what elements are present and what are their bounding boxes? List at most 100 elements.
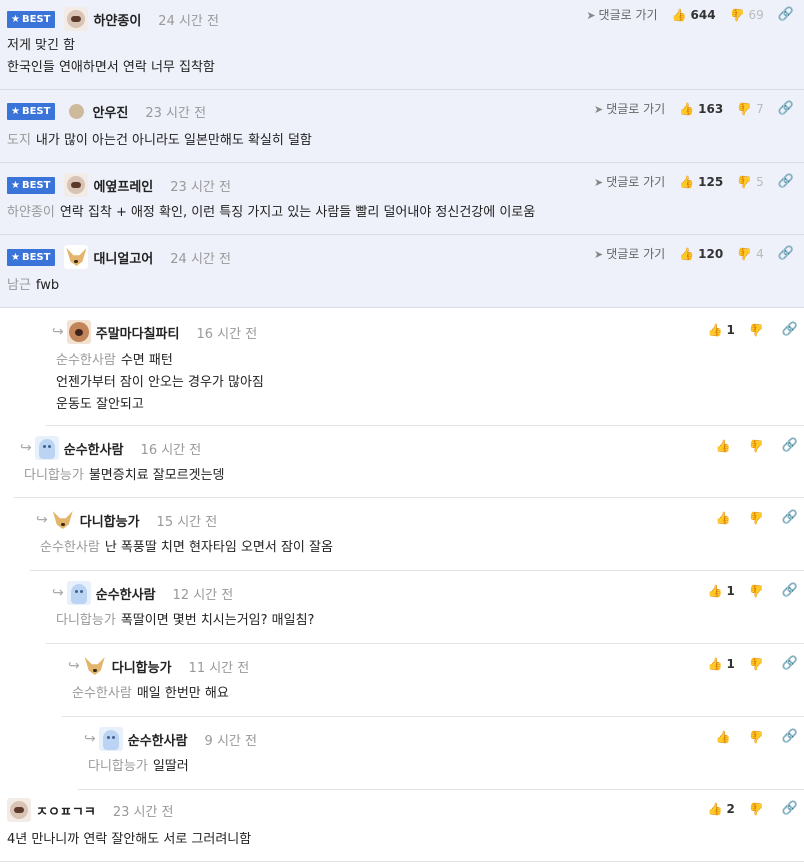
downvote-button[interactable]: 👍 7 bbox=[737, 102, 764, 116]
link-icon[interactable]: 🔗 bbox=[778, 246, 794, 261]
link-icon[interactable]: 🔗 bbox=[782, 510, 798, 525]
link-icon[interactable]: 🔗 bbox=[782, 801, 798, 816]
thumbs-down-icon: 👍 bbox=[748, 729, 764, 744]
timestamp: 24 시간 전 bbox=[170, 251, 231, 267]
goto-reply-link[interactable]: ➤ 댓글로 가기 bbox=[594, 100, 665, 117]
downvote-button[interactable]: 👍 bbox=[749, 802, 768, 816]
mention[interactable]: 다니합능가 bbox=[56, 613, 116, 628]
mention[interactable]: 순수한사람 bbox=[40, 540, 100, 555]
nickname[interactable]: 주말마다칠파티 bbox=[96, 323, 180, 342]
comment-item: ㅈㅇㅍㄱㅋ 23 시간 전 👍 2 👍 🔗 4년 만나니까 연락 잘안해도 서로 … bbox=[0, 790, 804, 862]
comment-item: ★ BEST 대니얼고어 24 시간 전 ➤ 댓글로 가기 👍 120 👍 4 🔗 남근… bbox=[0, 235, 804, 308]
nickname[interactable]: 안우진 bbox=[92, 102, 128, 121]
avatar[interactable] bbox=[64, 173, 89, 197]
comment-body: 다니합능가 일딸러 bbox=[88, 759, 189, 774]
avatar[interactable] bbox=[34, 436, 59, 460]
best-badge: ★ BEST bbox=[7, 10, 56, 28]
upvote-button[interactable]: 👍 bbox=[716, 730, 735, 744]
upvote-button[interactable]: 👍 125 bbox=[679, 175, 723, 189]
avatar[interactable] bbox=[82, 654, 107, 678]
avatar[interactable] bbox=[50, 508, 75, 532]
downvote-button[interactable]: 👍 5 bbox=[737, 175, 764, 189]
reply-arrow-icon: ↪ bbox=[84, 731, 96, 747]
link-icon[interactable]: 🔗 bbox=[782, 729, 798, 744]
upvote-button[interactable]: 👍 1 bbox=[708, 323, 735, 337]
star-icon: ★ bbox=[11, 179, 20, 191]
downvote-button[interactable]: 👍 bbox=[749, 439, 768, 453]
nickname[interactable]: 순수한사람 bbox=[96, 584, 156, 603]
downvote-button[interactable]: 👍 bbox=[749, 584, 768, 598]
downvote-button[interactable]: 👍 bbox=[749, 323, 768, 337]
timestamp: 9 시간 전 bbox=[204, 733, 257, 749]
nickname[interactable]: 대니얼고어 bbox=[93, 248, 153, 267]
downvote-button[interactable]: 👍 4 bbox=[737, 247, 764, 261]
mention[interactable]: 하얀종이 bbox=[7, 205, 55, 220]
mention[interactable]: 도지 bbox=[7, 133, 31, 148]
link-icon[interactable]: 🔗 bbox=[778, 174, 794, 189]
send-arrow-icon: ➤ bbox=[593, 176, 604, 189]
downvote-button[interactable]: 👍 69 bbox=[730, 8, 764, 22]
nickname[interactable]: 순수한사람 bbox=[64, 439, 124, 458]
comment-body: 남근 fwb bbox=[7, 278, 60, 293]
downvote-button[interactable]: 👍 bbox=[749, 657, 768, 671]
reply-arrow-icon: ↪ bbox=[68, 658, 80, 674]
thumbs-down-icon: 👍 bbox=[748, 656, 764, 671]
upvote-button[interactable]: 👍 1 bbox=[708, 584, 735, 598]
upvote-button[interactable]: 👍 bbox=[716, 511, 735, 525]
downvote-button[interactable]: 👍 bbox=[749, 730, 768, 744]
nickname[interactable]: ㅈㅇㅍㄱㅋ bbox=[36, 801, 96, 820]
link-icon[interactable]: 🔗 bbox=[778, 101, 794, 116]
upvote-button[interactable]: 👍 120 bbox=[679, 247, 723, 261]
avatar[interactable] bbox=[7, 798, 31, 822]
reply-item: ↪ 순수한사람 16 시간 전 👍 👍 🔗 다니합능가 불면증치료 잘모르겟는뎅 bbox=[14, 426, 804, 498]
downvote-button[interactable]: 👍 bbox=[749, 511, 768, 525]
send-arrow-icon: ➤ bbox=[586, 9, 596, 22]
goto-reply-link[interactable]: ➤ 댓글로 가기 bbox=[594, 245, 665, 262]
avatar[interactable] bbox=[64, 7, 89, 31]
nickname[interactable]: 다니합능가 bbox=[112, 657, 172, 676]
thumbs-up-icon: 👍 bbox=[715, 510, 731, 525]
goto-reply-link[interactable]: ➤ 댓글로 가기 bbox=[586, 6, 657, 23]
thumbs-down-icon: 👍 bbox=[748, 801, 764, 816]
thumbs-up-icon: 👍 bbox=[671, 7, 687, 22]
nickname[interactable]: 하얀종이 bbox=[93, 10, 141, 29]
link-icon[interactable]: 🔗 bbox=[782, 322, 798, 337]
nickname[interactable]: 에옆프레인 bbox=[93, 176, 153, 195]
avatar[interactable] bbox=[64, 245, 89, 269]
star-icon: ★ bbox=[11, 251, 20, 263]
avatar[interactable] bbox=[98, 727, 123, 751]
upvote-button[interactable]: 👍 2 bbox=[708, 802, 735, 816]
link-icon[interactable]: 🔗 bbox=[778, 7, 794, 22]
comment-body: 다니합능가 불면증치료 잘모르겟는뎅 bbox=[24, 468, 225, 483]
mention[interactable]: 다니합능가 bbox=[24, 468, 84, 483]
upvote-button[interactable]: 👍 bbox=[716, 439, 735, 453]
thumbs-up-icon: 👍 bbox=[679, 246, 695, 261]
nickname[interactable]: 순수한사람 bbox=[128, 730, 188, 749]
timestamp: 16 시간 전 bbox=[140, 442, 202, 458]
mention[interactable]: 순수한사람 bbox=[56, 353, 116, 368]
thumbs-down-icon: 👍 bbox=[748, 510, 764, 525]
avatar[interactable] bbox=[69, 104, 85, 119]
goto-reply-link[interactable]: ➤ 댓글로 가기 bbox=[594, 173, 665, 190]
avatar[interactable] bbox=[66, 581, 91, 605]
upvote-button[interactable]: 👍 1 bbox=[708, 657, 735, 671]
mention[interactable]: 남근 bbox=[7, 278, 31, 293]
nickname[interactable]: 다니합능가 bbox=[80, 511, 140, 530]
avatar[interactable] bbox=[66, 320, 91, 344]
comment-body: 순수한사람 난 폭풍딸 치면 현자타임 오면서 잠이 잘옴 bbox=[40, 540, 333, 555]
mention[interactable]: 다니합능가 bbox=[88, 759, 148, 774]
timestamp: 23 시간 전 bbox=[145, 106, 207, 121]
comment-body: 도지 내가 많이 아는건 아니라도 일본만해도 확실히 덜함 bbox=[7, 133, 312, 148]
star-icon: ★ bbox=[11, 106, 20, 117]
reply-arrow-icon: ↪ bbox=[52, 585, 64, 601]
link-icon[interactable]: 🔗 bbox=[782, 438, 798, 453]
thumbs-down-icon: 👍 bbox=[748, 438, 764, 453]
link-icon[interactable]: 🔗 bbox=[782, 583, 798, 598]
thumbs-down-icon: 👍 bbox=[737, 174, 753, 189]
link-icon[interactable]: 🔗 bbox=[782, 656, 798, 671]
upvote-button[interactable]: 👍 644 bbox=[672, 8, 716, 22]
thumbs-down-icon: 👍 bbox=[729, 7, 745, 22]
thumbs-up-icon: 👍 bbox=[679, 174, 695, 189]
mention[interactable]: 순수한사람 bbox=[72, 686, 132, 701]
upvote-button[interactable]: 👍 163 bbox=[679, 102, 723, 116]
